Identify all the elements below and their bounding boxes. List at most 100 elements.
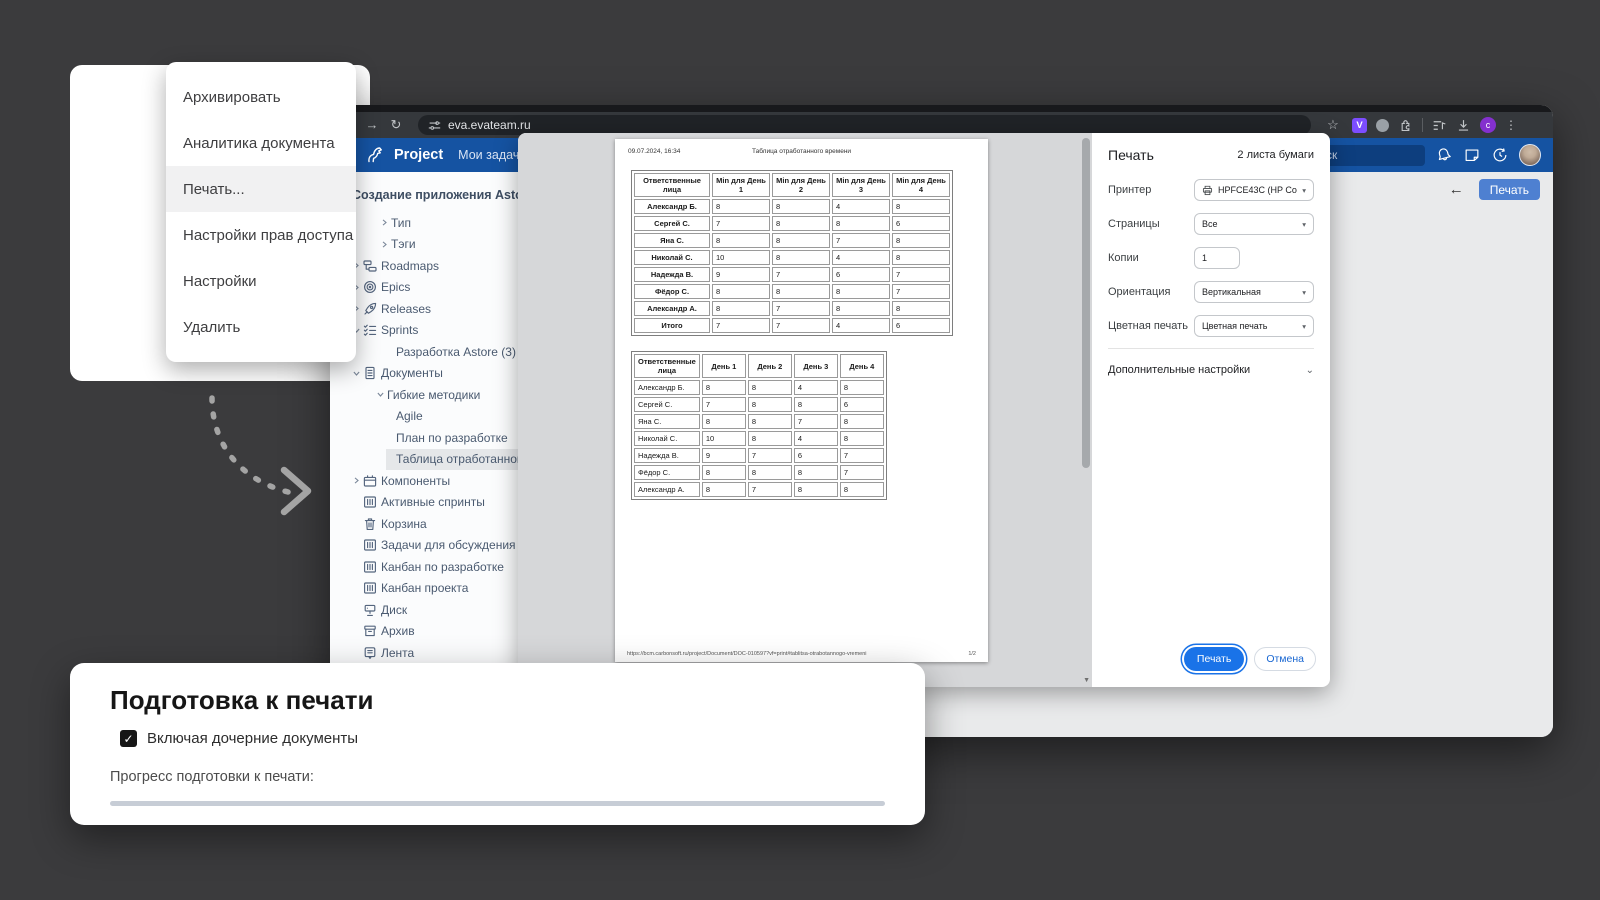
context-menu-item[interactable]: Настройки прав доступа: [166, 212, 356, 258]
sidebar-item[interactable]: Компоненты: [330, 470, 518, 492]
print-settings-panel: Печать 2 листа бумаги Принтер HPFCE43C (…: [1092, 133, 1330, 687]
context-menu-item[interactable]: Архивировать: [166, 74, 356, 120]
preview-page-footer: https://bcm.carbonsoft.ru/project/Docume…: [627, 651, 976, 657]
site-settings-icon[interactable]: [428, 119, 441, 132]
chevron-right-icon[interactable]: [378, 218, 391, 227]
profile-avatar-icon[interactable]: c: [1480, 117, 1496, 133]
color-select[interactable]: Цветная печать ▾: [1194, 315, 1314, 337]
chevron-down-icon[interactable]: [374, 390, 387, 399]
dialog-title: Подготовка к печати: [110, 685, 885, 716]
extensions-puzzle-icon[interactable]: [1398, 118, 1413, 133]
table-cell: 4: [794, 380, 838, 395]
preview-scrollbar-thumb[interactable]: [1082, 138, 1090, 468]
print-confirm-button[interactable]: Печать: [1184, 647, 1244, 671]
chevron-down-icon[interactable]: [350, 369, 363, 378]
table-cell: 10: [712, 250, 770, 265]
user-avatar[interactable]: [1519, 144, 1541, 166]
app-print-button[interactable]: Печать: [1479, 179, 1540, 200]
orientation-select[interactable]: Вертикальная ▾: [1194, 281, 1314, 303]
table-cell: 7: [712, 216, 770, 231]
panel-note-icon[interactable]: [1463, 146, 1481, 164]
sidebar-item[interactable]: Гибкие методики: [330, 384, 518, 406]
orientation-caret-icon: ▾: [1302, 288, 1306, 297]
app-header-right: ск: [1318, 144, 1541, 166]
sidebar-item[interactable]: Тэги: [330, 234, 518, 256]
sidebar-item[interactable]: Задачи для обсуждения: [330, 535, 518, 557]
context-menu-item[interactable]: Печать...: [166, 166, 356, 212]
preview-scrollbar[interactable]: [1082, 138, 1090, 673]
table-row: Николай С.10848: [634, 431, 884, 446]
pages-select[interactable]: Все ▾: [1194, 213, 1314, 235]
copies-input[interactable]: 1: [1194, 247, 1240, 269]
kanban-icon: [363, 581, 381, 595]
context-menu-item[interactable]: Настройки: [166, 258, 356, 304]
chevron-right-icon[interactable]: [378, 240, 391, 249]
table-cell: 8: [772, 284, 830, 299]
preview-scroll-down-icon[interactable]: ▼: [1083, 677, 1090, 684]
download-icon[interactable]: [1456, 118, 1471, 133]
table-cell: Александр А.: [634, 301, 710, 316]
table-header-row: Ответственные лицаДень 1День 2День 3День…: [634, 354, 884, 378]
context-menu-item[interactable]: Удалить: [166, 304, 356, 350]
table-cell: 4: [832, 250, 890, 265]
sidebar-item-label: План по разработке: [396, 431, 508, 445]
pages-value: Все: [1202, 219, 1218, 229]
table-cell: Николай С.: [634, 250, 710, 265]
app-brand[interactable]: Project: [394, 147, 443, 163]
print-dialog: 09.07.2024, 16:34 Таблица отработанного …: [518, 133, 1330, 687]
tab-list-icon[interactable]: [1432, 118, 1447, 133]
table-cell: 8: [748, 431, 792, 446]
sidebar-item[interactable]: Agile: [330, 406, 518, 428]
table-cell: 8: [748, 397, 792, 412]
printer-select[interactable]: HPFCE43C (HP Color La: ▾: [1194, 179, 1314, 201]
table-header-cell: Min для День 2: [772, 173, 830, 197]
table-row: Александр Б.8848: [634, 380, 884, 395]
table-cell: 9: [702, 448, 746, 463]
table-header-cell: День 4: [840, 354, 884, 378]
sidebar-item[interactable]: Активные спринты: [330, 492, 518, 514]
context-menu-item[interactable]: Аналитика документа: [166, 120, 356, 166]
table-cell: 8: [892, 250, 950, 265]
kanban-icon: [363, 560, 381, 574]
table-cell: 8: [840, 431, 884, 446]
sidebar-item[interactable]: Таблица отработанного времени: [386, 449, 518, 471]
notifications-bell-icon[interactable]: [1435, 146, 1453, 164]
back-arrow-icon[interactable]: ←: [1449, 181, 1464, 198]
sidebar-item[interactable]: Лента: [330, 642, 518, 664]
include-children-checkbox[interactable]: ✓: [120, 730, 137, 747]
nav-my-tasks[interactable]: Мои задачи: [458, 148, 526, 162]
browser-forward-icon[interactable]: →: [362, 112, 382, 138]
sidebar-item[interactable]: Roadmaps: [330, 255, 518, 277]
sidebar-item[interactable]: Канбан по разработке: [330, 556, 518, 578]
print-cancel-button[interactable]: Отмена: [1254, 647, 1316, 671]
search-input[interactable]: ск: [1318, 145, 1425, 166]
sidebar-item[interactable]: Архив: [330, 621, 518, 643]
preview-page-header: 09.07.2024, 16:34 Таблица отработанного …: [615, 139, 988, 157]
history-clock-icon[interactable]: [1491, 146, 1509, 164]
table-cell: 6: [892, 318, 950, 333]
sidebar-item[interactable]: Тип: [330, 212, 518, 234]
chevron-right-icon[interactable]: [350, 476, 363, 485]
more-settings-row[interactable]: Дополнительные настройки ⌄: [1108, 364, 1314, 376]
sidebar-item-label: Releases: [381, 302, 431, 316]
browser-menu-icon[interactable]: ⋮: [1505, 118, 1517, 132]
sidebar-item[interactable]: Epics: [330, 277, 518, 299]
globe-extension-icon[interactable]: [1376, 119, 1389, 132]
address-bar[interactable]: eva.evateam.ru: [418, 115, 1311, 135]
sidebar-item[interactable]: План по разработке: [330, 427, 518, 449]
more-settings-label: Дополнительные настройки: [1108, 364, 1250, 376]
extension-v-icon[interactable]: V: [1352, 118, 1367, 133]
browser-reload-icon[interactable]: ↻: [386, 112, 406, 138]
table-row: Александр Б.8848: [634, 199, 950, 214]
sidebar-item[interactable]: Документы: [330, 363, 518, 385]
sidebar-item[interactable]: Releases: [330, 298, 518, 320]
sidebar-item[interactable]: Диск: [330, 599, 518, 621]
sidebar-item-label: Sprints: [381, 323, 418, 337]
sidebar-item[interactable]: Sprints: [330, 320, 518, 342]
sidebar-item[interactable]: Канбан проекта: [330, 578, 518, 600]
sidebar-item-label: Agile: [396, 409, 423, 423]
sidebar-item[interactable]: Корзина: [330, 513, 518, 535]
sidebar-item[interactable]: Разработка Astore (3): [330, 341, 518, 363]
table-cell: 7: [702, 397, 746, 412]
table-cell: 8: [892, 233, 950, 248]
